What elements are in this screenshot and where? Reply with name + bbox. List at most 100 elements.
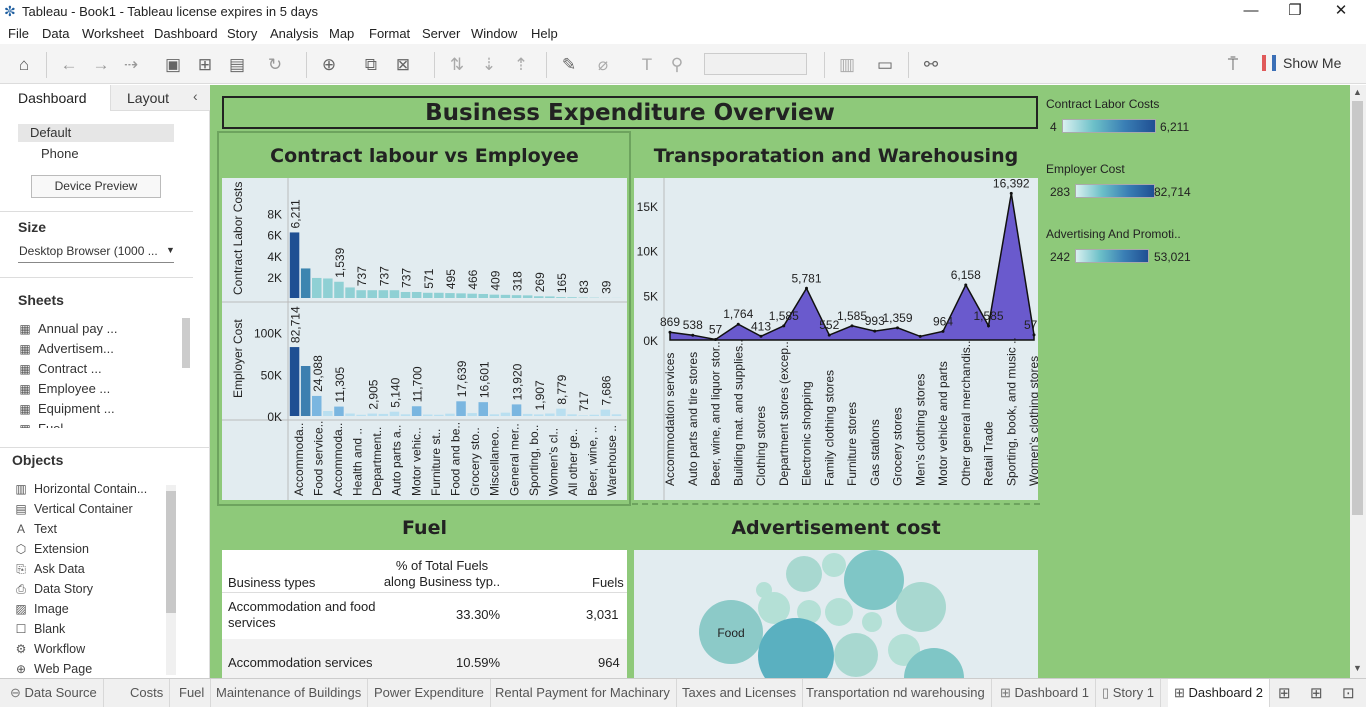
menu-server[interactable]: Server: [422, 26, 460, 41]
restore-icon[interactable]: ❐: [1272, 0, 1318, 22]
new-dashboard-icon[interactable]: ⊞: [1310, 684, 1323, 702]
show-me-button[interactable]: Show Me: [1283, 55, 1341, 71]
clear-sheet-icon[interactable]: ⊠: [392, 54, 414, 76]
x-tick-label: Sporting, book, and music ..: [1004, 337, 1018, 486]
tab-dashboard-1[interactable]: ⊞ Dashboard 1: [994, 679, 1096, 707]
tab-power-expenditure[interactable]: Power Expenditure: [368, 679, 491, 707]
contract-bar: [489, 294, 500, 298]
labels-icon[interactable]: T: [636, 54, 658, 76]
tab-maintenance[interactable]: Maintenance of Buildings: [210, 679, 369, 707]
fit-dropdown[interactable]: [704, 53, 807, 75]
object-item[interactable]: A Text: [14, 522, 57, 536]
device-default[interactable]: Default: [18, 124, 174, 142]
show-cards-icon[interactable]: ▥: [836, 54, 858, 76]
close-icon[interactable]: ✕: [1318, 0, 1364, 22]
sort-ascending-icon[interactable]: ⇣: [478, 54, 500, 76]
menu-format[interactable]: Format: [369, 26, 410, 41]
sheets-scrollbar[interactable]: [182, 318, 190, 368]
object-item[interactable]: ▥ Horizontal Contain...: [14, 482, 147, 496]
sort-descending-icon[interactable]: ⇡: [510, 54, 532, 76]
swap-icon[interactable]: ⇅: [446, 54, 468, 76]
pin-icon[interactable]: ⚲: [666, 54, 688, 76]
contract-chart[interactable]: Contract Labor Costs Employer Cost 8K 6K 4K 2…: [222, 178, 627, 500]
advertisement-bubble-chart[interactable]: Food: [634, 550, 1038, 678]
sheet-item[interactable]: ▦ Advertisem...: [18, 341, 114, 356]
fuel-table[interactable]: Business types % of Total Fuels along Bu…: [222, 550, 627, 678]
object-item[interactable]: ⬡ Extension: [14, 542, 89, 556]
duplicate-icon[interactable]: ⧉: [360, 54, 382, 76]
tab-story-1[interactable]: ▯ Story 1: [1096, 679, 1161, 707]
tab-dashboard-2[interactable]: ⊞ Dashboard 2: [1168, 679, 1270, 707]
tab-transportation[interactable]: Transportation nd warehousing: [800, 679, 992, 707]
toolbar-separator: [306, 52, 307, 78]
size-dropdown[interactable]: Desktop Browser (1000 ...: [19, 244, 158, 258]
object-label: Workflow: [34, 642, 86, 656]
menu-dashboard[interactable]: Dashboard: [154, 26, 218, 41]
employer-bar: [478, 402, 488, 416]
menu-data[interactable]: Data: [42, 26, 69, 41]
legend-gradient-contract: [1062, 119, 1156, 133]
tab-layout[interactable]: Layout ‹: [110, 85, 210, 111]
home-icon[interactable]: ⌂: [13, 54, 35, 76]
tab-dashboard[interactable]: Dashboard: [0, 85, 110, 111]
sheet-label: Fuel: [38, 421, 63, 428]
device-preview-button[interactable]: Device Preview: [31, 175, 161, 198]
new-story-icon[interactable]: ⊡: [1342, 684, 1355, 702]
employer-bar: [589, 414, 599, 416]
menu-window[interactable]: Window: [471, 26, 517, 41]
menu-help[interactable]: Help: [531, 26, 558, 41]
menu-story[interactable]: Story: [227, 26, 257, 41]
employer-bar: [545, 413, 555, 416]
minimize-icon[interactable]: —: [1228, 0, 1274, 22]
pause-updates-icon[interactable]: ▤: [226, 54, 248, 76]
tab-costs[interactable]: Costs: [124, 679, 171, 707]
sheet-item[interactable]: ▦ Annual pay ...: [18, 321, 117, 336]
bubble: [896, 582, 946, 632]
sheet-item[interactable]: ▦ Fuel: [18, 421, 63, 428]
object-item[interactable]: ▤ Vertical Container: [14, 502, 132, 516]
object-item[interactable]: ⊕ Web Page: [14, 662, 92, 676]
group-icon[interactable]: ⌀: [592, 54, 614, 76]
canvas-scrollbar[interactable]: ▲ ▼: [1350, 85, 1366, 678]
chevron-down-icon[interactable]: ▼: [166, 245, 175, 255]
highlight-icon[interactable]: ✎: [558, 54, 580, 76]
show-me-icon[interactable]: [1262, 55, 1276, 71]
tab-rental-payment[interactable]: Rental Payment for Machinary: [489, 679, 677, 707]
new-worksheet-icon[interactable]: ⊕: [318, 54, 340, 76]
format-painter-icon[interactable]: ⍑: [1222, 54, 1244, 76]
new-worksheet-icon[interactable]: ⊞: [1278, 684, 1291, 702]
x-tick-label: Men's clothing stores: [913, 374, 927, 486]
y-axis-label: Contract Labor Costs: [231, 182, 245, 295]
objects-scrollbar[interactable]: [166, 485, 176, 675]
object-item[interactable]: ☐ Blank: [14, 622, 66, 636]
object-item[interactable]: ⎘ Ask Data: [14, 562, 85, 577]
menu-map[interactable]: Map: [329, 26, 354, 41]
data-label: 16,392: [993, 178, 1030, 190]
share-icon[interactable]: ⚯: [920, 54, 942, 76]
object-label: Horizontal Contain...: [34, 482, 148, 496]
tab-fuel[interactable]: Fuel: [173, 679, 212, 707]
undo-icon[interactable]: ←: [58, 54, 80, 76]
new-data-source-icon[interactable]: ⊞: [194, 54, 216, 76]
menu-analysis[interactable]: Analysis: [270, 26, 318, 41]
object-item[interactable]: ⎙ Data Story: [14, 582, 93, 597]
data-label: 8,779: [555, 374, 569, 404]
object-item[interactable]: ▨ Image: [14, 602, 68, 616]
save-icon[interactable]: ▣: [162, 54, 184, 76]
redo-icon[interactable]: →: [90, 54, 112, 76]
sheet-item[interactable]: ▦ Contract ...: [18, 361, 101, 376]
data-label: 24,088: [311, 355, 325, 392]
refresh-icon[interactable]: ↻: [264, 54, 286, 76]
tab-data-source[interactable]: ⊖ Data Source: [4, 679, 104, 707]
presentation-mode-icon[interactable]: ▭: [874, 54, 896, 76]
device-phone[interactable]: Phone: [41, 146, 79, 161]
tab-taxes-licenses[interactable]: Taxes and Licenses: [676, 679, 804, 707]
menu-file[interactable]: File: [8, 26, 29, 41]
menu-worksheet[interactable]: Worksheet: [82, 26, 144, 41]
replay-icon[interactable]: ⇢: [120, 54, 142, 76]
employer-bar: [434, 414, 444, 416]
transport-chart[interactable]: 15K10K5K0K869 538 571,7644131,5855,7815521…: [634, 178, 1038, 500]
sheet-item[interactable]: ▦ Employee ...: [18, 381, 110, 396]
sheet-item[interactable]: ▦ Equipment ...: [18, 401, 114, 416]
object-item[interactable]: ⚙ Workflow: [14, 642, 86, 656]
